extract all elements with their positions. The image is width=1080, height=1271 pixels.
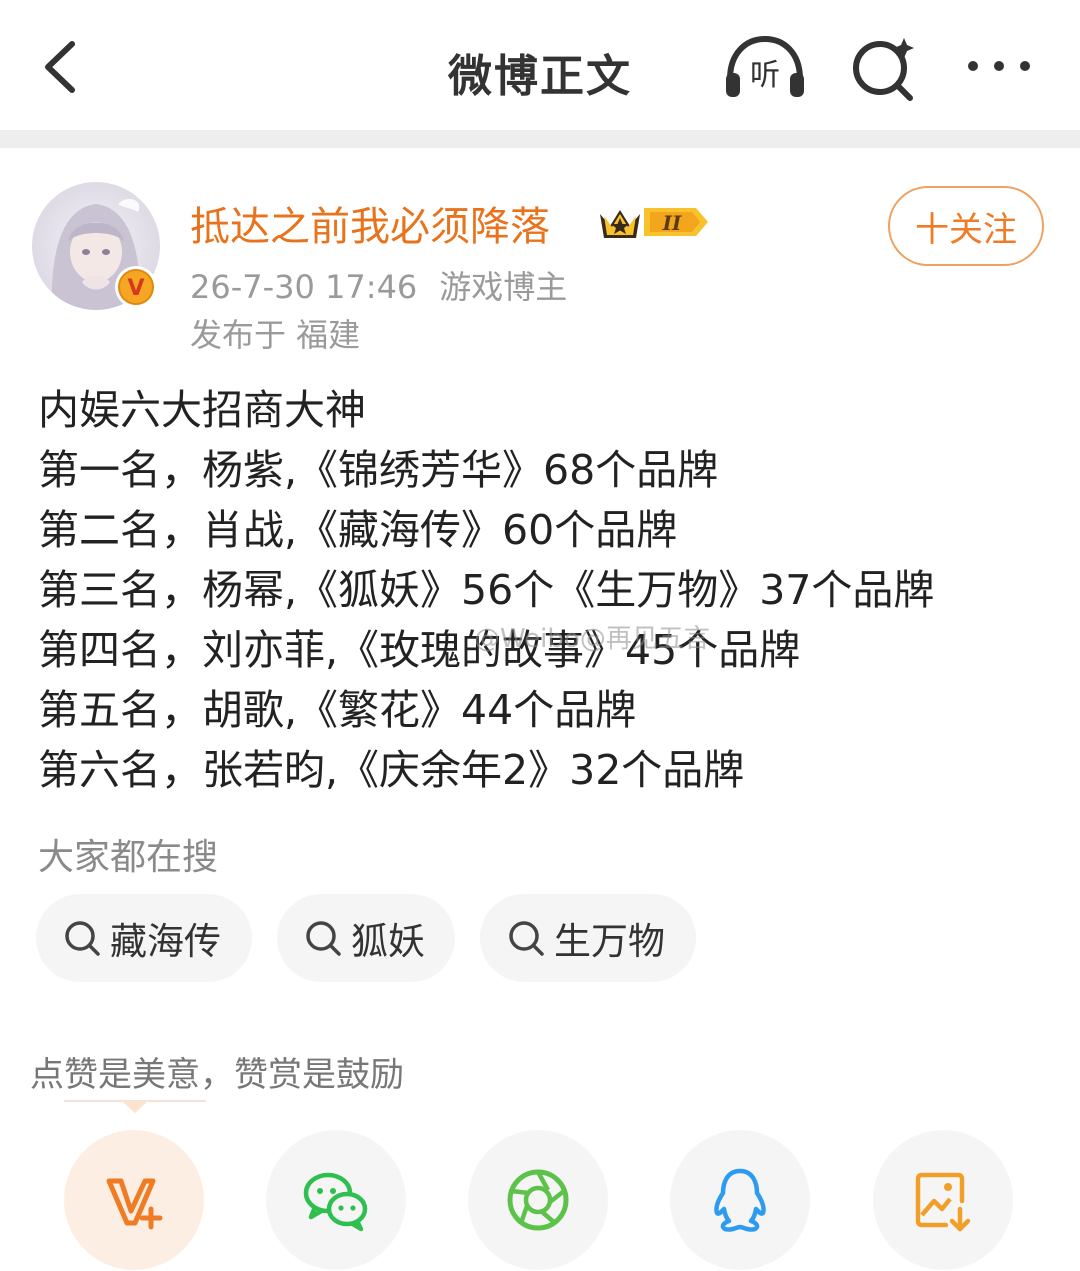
listen-headphones-icon[interactable]: 听 [722,33,808,99]
search-icon [509,921,544,956]
post-line: 内娱六大招商大神 [38,386,366,434]
search-chip[interactable]: 狐妖 [277,894,455,982]
author-name[interactable]: 抵达之前我必须降落 [190,194,550,252]
search-chip[interactable]: 藏海传 [36,894,252,982]
post-meta: 26-7-30 17:46 游戏博主 [190,262,567,308]
post-location: 发布于 福建 [190,316,361,354]
share-moments-button[interactable] [468,1130,608,1270]
search-chip[interactable]: 生万物 [480,894,696,982]
badge-level-text: II [662,211,682,235]
post-line: 第二名，肖战,《藏海传》60个品牌 [38,506,678,554]
verified-badge-icon: V [115,266,157,308]
share-wechat-button[interactable] [266,1130,406,1270]
search-icon [306,921,341,956]
search-chip-label: 狐妖 [351,920,425,963]
search-icon[interactable] [848,32,918,102]
tooltip-pointer [64,1100,206,1113]
listen-label: 听 [750,58,780,93]
post-line: 第一名，杨紫,《锦绣芳华》68个品牌 [38,446,719,494]
search-chip-label: 生万物 [554,920,665,963]
trending-search-title: 大家都在搜 [38,837,219,878]
page-title: 微博正文 [448,51,632,102]
qq-penguin-icon [714,1168,766,1232]
follow-button[interactable]: 十关注 [888,186,1044,266]
section-divider [0,130,1080,148]
save-image-icon [915,1172,971,1232]
more-options-icon[interactable] [964,56,1034,76]
share-qq-button[interactable] [670,1130,810,1270]
post-line: 第六名，张若昀,《庆余年2》32个品牌 [38,746,745,794]
save-image-button[interactable] [873,1130,1013,1270]
moments-aperture-icon [507,1169,569,1231]
weibo-reward-button[interactable] [64,1130,204,1270]
v-plus-icon [106,1178,163,1230]
post-date: 26-7-30 17:46 [190,268,418,306]
search-icon [65,921,100,956]
reward-hint: 点赞是美意，赞赏是鼓励 [30,1055,404,1095]
post-content: 内娱六大招商大神 第一名，杨紫,《锦绣芳华》68个品牌 第二名，肖战,《藏海传》… [38,380,1048,800]
post-line: 第三名，杨幂,《狐妖》56个《生万物》37个品牌 [38,566,935,614]
search-chip-label: 藏海传 [110,920,221,963]
author-role: 游戏博主 [439,268,568,306]
top-nav-bar: 微博正文 听 [0,0,1080,130]
verified-badge-text: V [127,276,144,301]
crown-vip-badge-icon: II [600,208,708,238]
post-line: 第五名，胡歌,《繁花》44个品牌 [38,686,637,734]
wechat-icon [303,1172,368,1232]
watermark: @Weibo@再见五言 [474,624,710,654]
